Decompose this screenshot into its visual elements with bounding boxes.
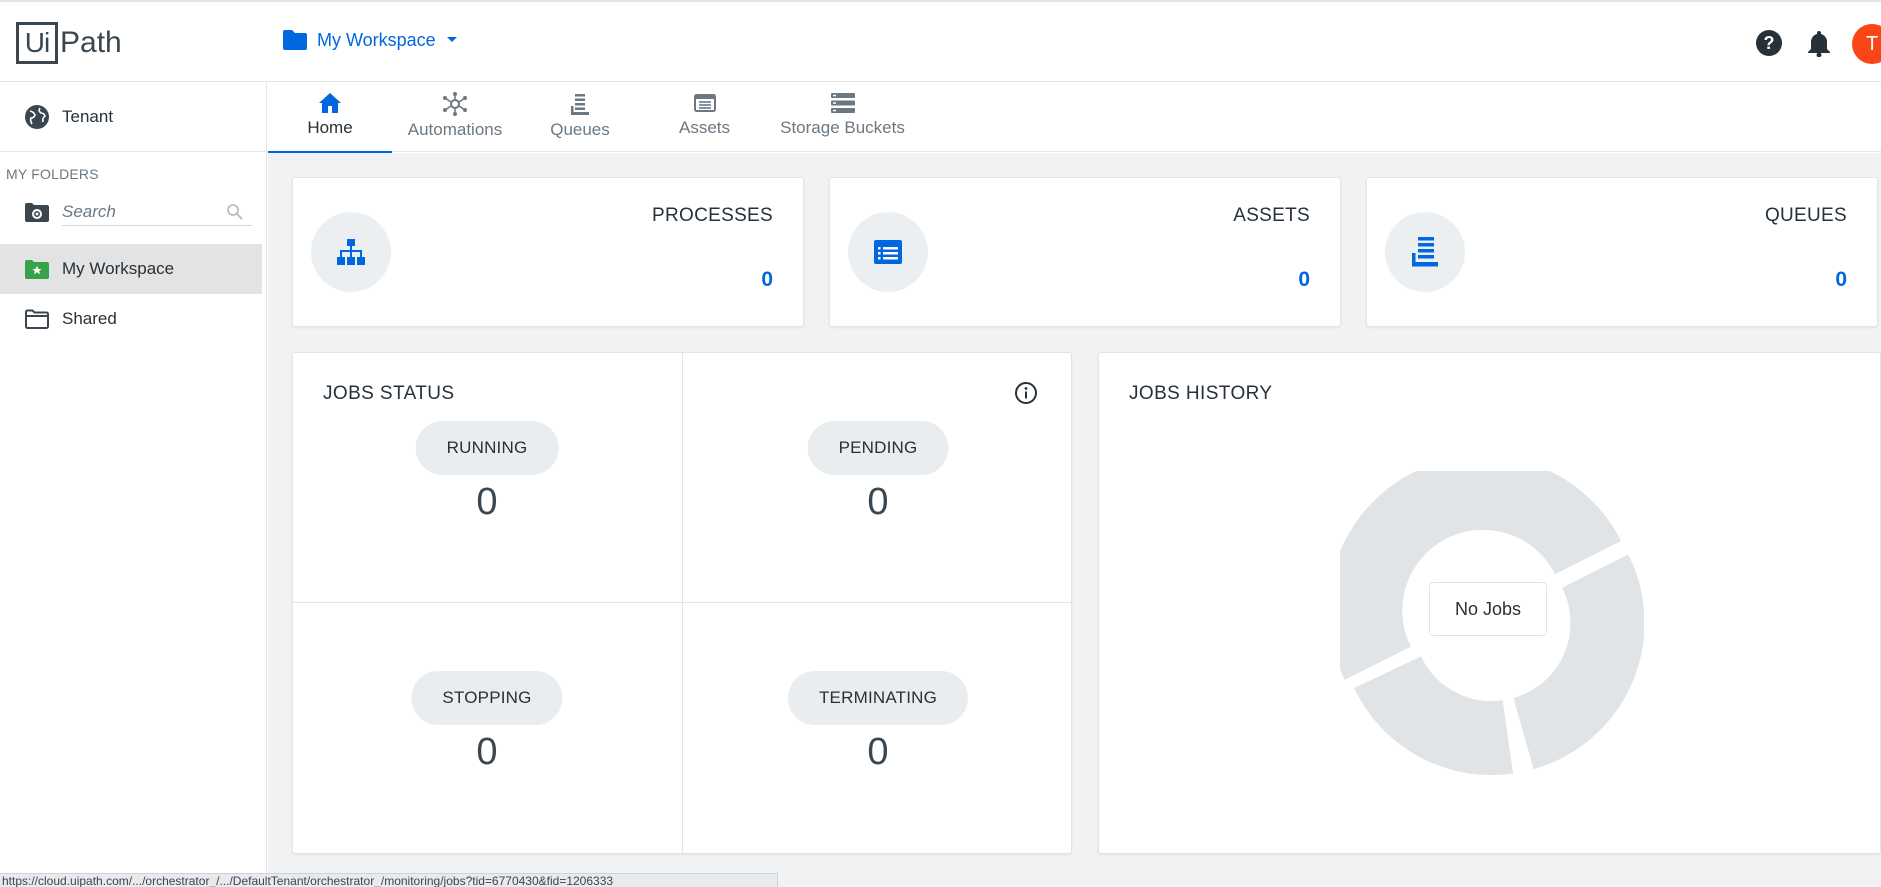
logo-path-text: Path [60,26,122,59]
stopping-pill[interactable]: STOPPING [411,671,563,725]
stat-value[interactable]: 0 [1835,268,1847,292]
browser-status-url: https://cloud.uipath.com/.../orchestrato… [0,873,778,887]
tab-storage-buckets[interactable]: Storage Buckets [767,82,918,152]
stat-title: ASSETS [1233,205,1310,226]
workspace-selector[interactable]: My Workspace [282,29,467,51]
jobs-status-title: JOBS STATUS [323,383,455,404]
divider [293,602,1073,603]
home-icon [319,93,341,113]
tab-label: Storage Buckets [780,118,905,137]
assets-icon-circle [848,212,928,292]
stat-value[interactable]: 0 [761,268,773,292]
info-icon[interactable] [1014,381,1038,410]
svg-text:?: ? [1764,33,1775,53]
donut-segment [1354,655,1514,775]
tab-label: Home [307,118,353,137]
help-icon[interactable]: ? [1755,29,1783,57]
queues-icon [1412,237,1438,267]
caret-down-icon [446,37,457,42]
avatar-initial: T [1866,32,1879,55]
queues-icon-circle [1385,212,1465,292]
terminating-count[interactable]: 0 [867,731,888,774]
workspace-folder-icon [25,260,49,279]
jobs-history-card: JOBS HISTORY No Jobs [1098,352,1881,854]
folder-sidebar: Tenant MY FOLDERS Search My Workspace Sh… [0,82,267,887]
uipath-logo[interactable]: Ui Path [16,21,122,65]
donut-segment [1340,471,1622,680]
stat-value[interactable]: 0 [1298,268,1310,292]
running-count[interactable]: 0 [476,481,497,524]
assets-icon [874,240,902,264]
search-placeholder: Search [62,201,116,221]
jobs-status-card: JOBS STATUS RUNNING 0 PENDING 0 STOPPING… [292,352,1073,855]
folder-label: Shared [62,309,117,328]
stopping-count[interactable]: 0 [476,731,497,774]
workspace-selector-label: My Workspace [317,29,436,50]
logo-ui-mark: Ui [16,22,58,64]
queues-card[interactable]: QUEUES 0 [1366,177,1878,327]
terminating-pill[interactable]: TERMINATING [787,671,969,725]
folder-search: Search [0,182,266,226]
jobs-history-title: JOBS HISTORY [1129,383,1273,404]
sidebar-item-my-workspace[interactable]: My Workspace [0,244,262,294]
divider [682,353,683,855]
tab-label: Assets [678,118,731,137]
globe-icon [25,104,49,129]
folder-icon [283,30,307,50]
stat-title: QUEUES [1764,205,1847,226]
assets-card[interactable]: ASSETS 0 [829,177,1341,327]
assets-icon [693,94,716,112]
folder-settings-icon [25,203,49,222]
search-icon [227,203,243,220]
my-folders-heading: MY FOLDERS [6,166,99,182]
tab-home[interactable]: Home [268,82,392,153]
stat-title: PROCESSES [652,205,773,226]
tenant-label: Tenant [62,106,114,126]
tab-automations[interactable]: Automations [392,82,518,152]
notifications-bell-icon[interactable] [1805,29,1833,57]
folder-icon [25,309,49,329]
sidebar-item-shared[interactable]: Shared [0,294,262,344]
processes-icon [337,239,365,265]
top-header: Ui Path My Workspace ? T [0,0,1881,82]
no-jobs-label: No Jobs [1429,582,1547,636]
home-dashboard: PROCESSES 0 ASSETS 0 QUEUES 0 JOBS STATU… [268,153,1881,887]
tab-assets[interactable]: Assets [642,82,767,152]
user-avatar[interactable]: T [1852,24,1881,64]
tab-label: Automations [407,120,503,139]
queues-icon [571,94,589,115]
automations-icon [443,92,467,116]
tab-label: Queues [550,120,610,139]
section-tabs: Home Automations Queues Assets Storage B… [268,82,1881,153]
processes-icon-circle [311,212,391,292]
folder-search-input[interactable]: Search [62,198,252,226]
pending-pill[interactable]: PENDING [807,421,949,475]
storage-buckets-icon [830,93,855,113]
running-pill[interactable]: RUNNING [415,421,559,475]
processes-card[interactable]: PROCESSES 0 [292,177,804,327]
sidebar-item-tenant[interactable]: Tenant [0,82,266,152]
pending-count[interactable]: 0 [867,481,888,524]
folder-label: My Workspace [62,259,175,278]
tab-queues[interactable]: Queues [518,82,642,152]
